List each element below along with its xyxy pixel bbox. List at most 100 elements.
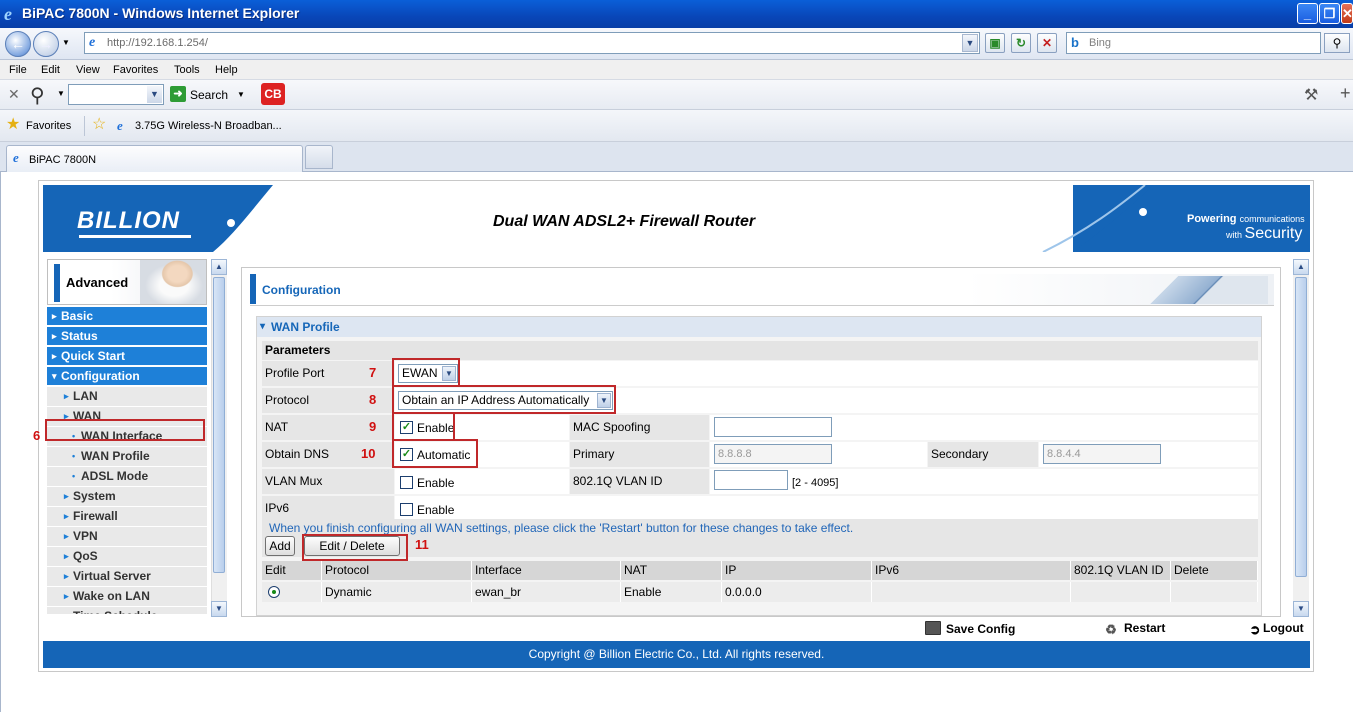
main-scroll-up-icon[interactable]: ▲ [1293,259,1309,275]
url-dropdown-icon[interactable]: ▼ [962,34,978,52]
vlan-mux-row: VLAN Mux Enable 802.1Q VLAN ID [2 - 4095… [262,469,1258,494]
url-input[interactable]: e http://192.168.1.254/ ▼ [84,32,980,54]
add-favorite-icon[interactable]: ☆ [92,117,106,133]
favorite-link[interactable]: 3.75G Wireless-N Broadban... [135,120,282,132]
menu-help[interactable]: Help [215,64,238,76]
compatibility-view-icon[interactable]: ▣ [985,33,1005,53]
primary-dns-input[interactable]: 8.8.8.8 [714,444,832,464]
minimize-button[interactable]: _ [1297,3,1318,24]
annotation-box-6 [45,419,205,441]
search-go-icon[interactable]: ⚲ [1324,33,1350,53]
favorites-star-icon[interactable]: ★ [6,117,20,133]
tagline-communications: communications [1239,214,1305,224]
primary-dns-cell: 8.8.8.8 [710,442,927,467]
magnifier-icon[interactable]: ⚲ [30,83,45,108]
annotation-7: 7 [369,365,377,380]
close-toolbar-icon[interactable]: ✕ [8,86,20,103]
sidebar-item-status[interactable]: Status [47,327,207,347]
favorites-button[interactable]: Favorites [26,120,71,132]
restart-note-area: When you finish configuring all WAN sett… [262,519,1258,557]
logout-button[interactable]: ➲ Logout [1247,621,1304,637]
mac-spoofing-input[interactable] [714,417,832,437]
search-input[interactable]: b Bing [1066,32,1321,54]
sidebar-item-virtual-server[interactable]: Virtual Server [47,567,207,587]
primary-dns-label: Primary [570,442,709,467]
sidebar-item-vpn[interactable]: VPN [47,527,207,547]
menu-bar: File Edit View Favorites Tools Help [0,60,1353,80]
stop-icon[interactable]: ✕ [1037,33,1057,53]
wan-profile-title[interactable]: WAN Profile [257,317,1261,337]
maximize-button[interactable]: ❐ [1319,3,1340,24]
sidebar-item-quick-start[interactable]: Quick Start [47,347,207,367]
wrench-icon[interactable]: ⚒ [1304,85,1318,105]
sidebar-item-qos[interactable]: QoS [47,547,207,567]
vlan-id-input[interactable] [714,470,788,490]
tagline-line-1: Powering communications [1187,213,1305,225]
vlan-mux-cell: Enable [395,469,569,494]
combo-dropdown-icon[interactable]: ▼ [147,86,162,103]
forward-button[interactable]: → [33,31,59,57]
edit-radio[interactable] [268,586,280,598]
logout-icon: ➲ [1249,622,1261,637]
favorites-divider [84,116,85,136]
menu-favorites[interactable]: Favorites [113,64,158,76]
sidebar-item-adsl-mode[interactable]: ADSL Mode [47,467,207,487]
page-icon: e [89,35,96,50]
copyright-footer: Copyright @ Billion Electric Co., Ltd. A… [43,641,1310,668]
sidebar-item-configuration[interactable]: Configuration [47,367,207,387]
sidebar-scroll-thumb[interactable] [213,277,225,573]
ipv6-label: IPv6 [262,496,394,521]
add-button[interactable]: Add [265,536,295,556]
logout-label: Logout [1263,621,1304,635]
menu-file[interactable]: File [9,64,27,76]
sidebar-item-wan-profile[interactable]: WAN Profile [47,447,207,467]
ipv6-cell-value [872,582,1071,602]
sidebar-item-system[interactable]: System [47,487,207,507]
menu-tools[interactable]: Tools [174,64,200,76]
toolbar-search-dropdown-icon[interactable]: ▼ [237,90,245,99]
sidebar-scroll-down-icon[interactable]: ▼ [211,601,227,617]
sidebar-item-basic[interactable]: Basic [47,307,207,327]
magnifier-dropdown-icon[interactable]: ▼ [57,89,65,98]
save-config-label: Save Config [946,622,1016,636]
ipv6-cell: Enable [395,496,1258,521]
router-frame: BILLION Dual WAN ADSL2+ Firewall Router … [38,180,1314,672]
close-window-button[interactable]: ✕ [1341,3,1353,24]
sidebar-scroll-up-icon[interactable]: ▲ [211,259,227,275]
ipv6-checkbox[interactable] [400,503,413,516]
history-dropdown-icon[interactable]: ▼ [62,38,70,47]
vlan-cell-value [1071,582,1171,602]
save-config-button[interactable]: Save Config [925,621,1015,636]
menu-view[interactable]: View [76,64,100,76]
toolbar-search-button[interactable]: Search [190,88,228,102]
tab-bipac[interactable]: e BiPAC 7800N [6,145,303,172]
toolbar-search-combo[interactable]: ▼ [68,84,164,105]
main-scroll-thumb[interactable] [1295,277,1307,577]
interface-cell: ewan_br [472,582,621,602]
vlan-id-cell: [2 - 4095] [710,469,1258,494]
sidebar-item-firewall[interactable]: Firewall [47,507,207,527]
secondary-dns-input[interactable]: 8.8.4.4 [1043,444,1161,464]
restart-button[interactable]: ♻ Restart [1103,621,1165,637]
col-vlan-id: 802.1Q VLAN ID [1071,561,1171,580]
sidebar-item-wake-on-lan[interactable]: Wake on LAN [47,587,207,607]
sidebar-menu: Basic Status Quick Start Configuration L… [47,307,207,615]
cb-icon[interactable]: CB [261,83,285,105]
protocol-cell-value: Dynamic [322,582,472,602]
floppy-disk-icon [925,621,941,635]
config-accent-bar [250,274,256,304]
new-tab-button[interactable] [305,145,333,169]
vlan-mux-checkbox[interactable] [400,476,413,489]
annotation-11: 11 [415,537,429,552]
window-title-bar: e BiPAC 7800N - Windows Internet Explore… [0,0,1353,28]
search-arrow-icon[interactable]: ➜ [170,86,186,102]
refresh-icon[interactable]: ↻ [1011,33,1031,53]
add-icon[interactable]: + [1340,83,1351,104]
col-ip: IP [722,561,872,580]
back-button[interactable]: ← [5,31,31,57]
sidebar-item-lan[interactable]: LAN [47,387,207,407]
col-ipv6: IPv6 [872,561,1071,580]
menu-edit[interactable]: Edit [41,64,60,76]
sidebar-item-time-schedule[interactable]: Time Schedule [47,607,207,615]
main-scroll-down-icon[interactable]: ▼ [1293,601,1309,617]
